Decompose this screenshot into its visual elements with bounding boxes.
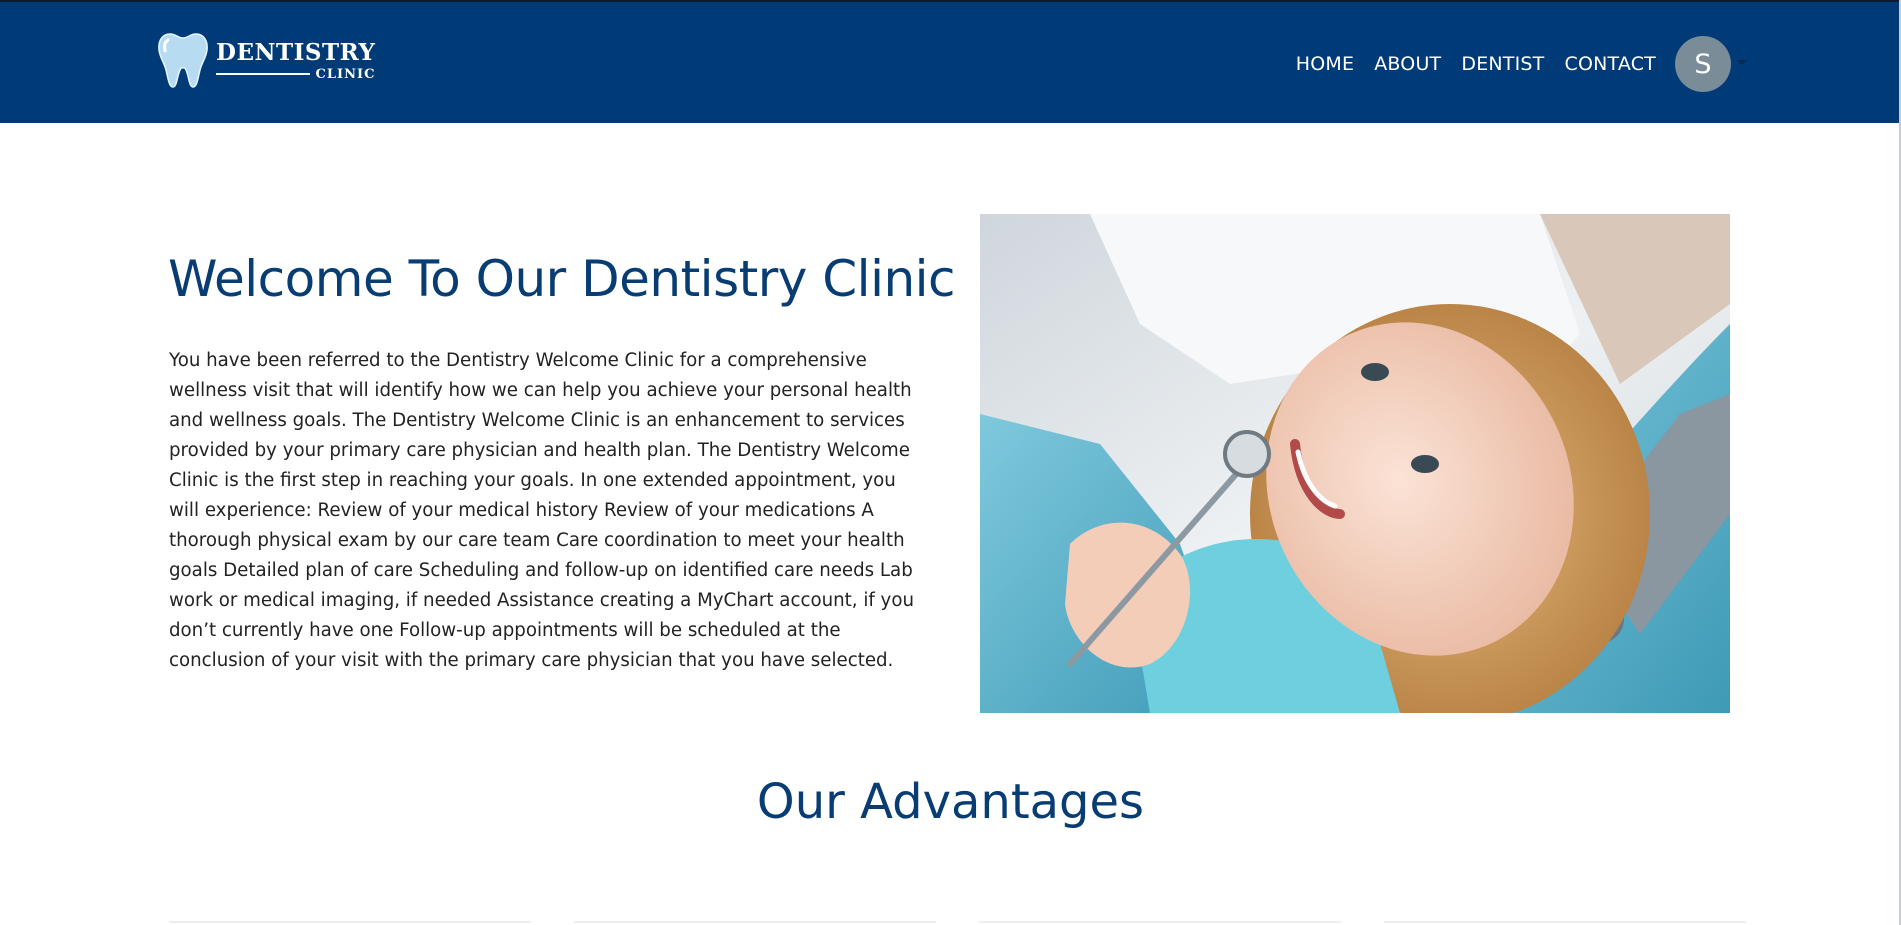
tooth-icon bbox=[158, 33, 208, 88]
nav-about[interactable]: ABOUT bbox=[1374, 53, 1441, 75]
brand-name: DENTISTRY bbox=[216, 38, 376, 66]
nav-dentist[interactable]: DENTIST bbox=[1461, 53, 1544, 75]
main-nav: HOME ABOUT DENTIST CONTACT bbox=[1296, 2, 1656, 125]
top-navbar: DENTISTRY CLINIC HOME ABOUT DENTIST CONT… bbox=[0, 0, 1901, 123]
brand-sub: CLINIC bbox=[315, 66, 376, 82]
brand-logo[interactable]: DENTISTRY CLINIC bbox=[158, 32, 375, 89]
advantage-card bbox=[979, 921, 1341, 923]
nav-contact[interactable]: CONTACT bbox=[1564, 53, 1656, 75]
nav-home[interactable]: HOME bbox=[1296, 53, 1354, 75]
advantage-card bbox=[169, 921, 531, 923]
hero-image bbox=[980, 214, 1730, 713]
avatar[interactable]: S bbox=[1675, 36, 1731, 92]
advantage-card bbox=[1384, 921, 1746, 923]
user-menu[interactable]: S bbox=[1675, 36, 1747, 92]
page-title: Welcome To Our Dentistry Clinic bbox=[168, 250, 956, 308]
hero-photo bbox=[980, 214, 1730, 713]
brand-divider bbox=[216, 73, 310, 75]
chevron-down-icon[interactable] bbox=[1737, 59, 1747, 65]
intro-paragraph: You have been referred to the Dentistry … bbox=[169, 350, 914, 671]
advantage-card bbox=[574, 921, 936, 923]
section-title-advantages: Our Advantages bbox=[756, 774, 1145, 830]
